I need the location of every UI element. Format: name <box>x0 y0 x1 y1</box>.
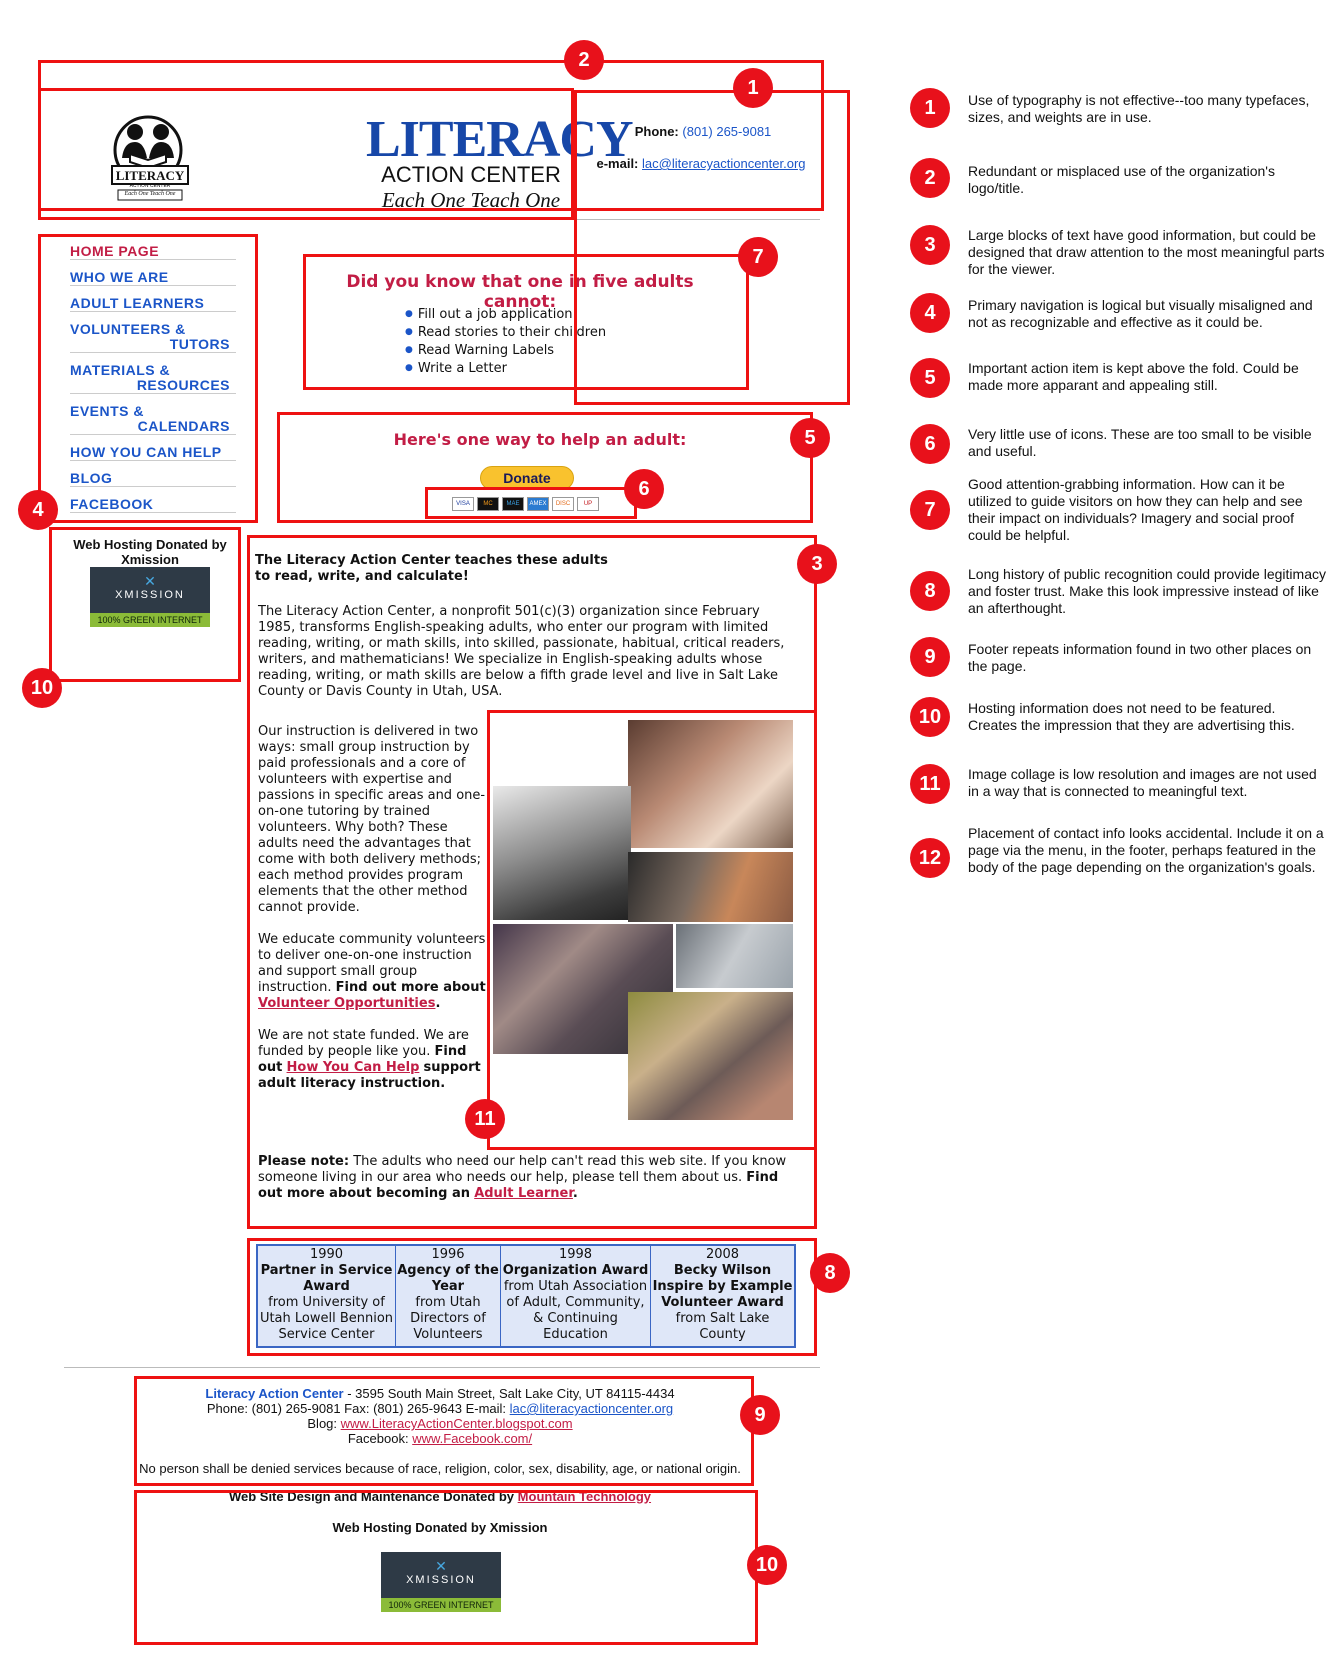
annotation-note: Redundant or misplaced use of the organi… <box>968 163 1275 196</box>
annotation-box-collage <box>487 710 817 1150</box>
annotation-note: Long history of public recognition could… <box>968 566 1326 616</box>
badge-8: 8 <box>810 1253 850 1293</box>
legend-badge: 11 <box>910 764 950 804</box>
badge-11: 11 <box>465 1099 505 1139</box>
badge-3: 3 <box>797 544 837 584</box>
legend-badge: 5 <box>910 358 950 398</box>
annotation-note: Very little use of icons. These are too … <box>968 426 1312 459</box>
legend-badge: 1 <box>910 88 950 128</box>
annotation-note: Use of typography is not effective--too … <box>968 92 1310 125</box>
legend-badge: 12 <box>910 838 950 878</box>
annotation-box-awards <box>247 1238 817 1356</box>
annotation-box-navigation <box>38 234 258 523</box>
footer-divider <box>64 1367 820 1368</box>
legend-badge: 8 <box>910 571 950 611</box>
badge-2: 2 <box>564 40 604 80</box>
badge-9: 9 <box>740 1395 780 1435</box>
annotation-box-sidebar-hosting <box>49 527 241 682</box>
badge-5: 5 <box>790 418 830 458</box>
badge-10: 10 <box>22 668 62 708</box>
badge-10-footer: 10 <box>747 1545 787 1585</box>
annotation-box-did-you-know <box>303 254 749 390</box>
badge-6: 6 <box>624 469 664 509</box>
legend-badge: 6 <box>910 424 950 464</box>
annotation-note: Footer repeats information found in two … <box>968 641 1312 674</box>
annotation-box-icons <box>425 487 637 519</box>
annotation-note: Placement of contact info looks accident… <box>968 825 1324 875</box>
annotation-note: Important action item is kept above the … <box>968 360 1299 393</box>
annotation-box-footer <box>134 1376 754 1486</box>
annotation-note: Hosting information does not need to be … <box>968 700 1295 733</box>
legend-badge: 4 <box>910 293 950 333</box>
annotation-note: Image collage is low resolution and imag… <box>968 766 1317 799</box>
legend-badge: 3 <box>910 225 950 265</box>
badge-4: 4 <box>18 490 58 530</box>
annotation-note: Good attention-grabbing information. How… <box>968 476 1303 543</box>
legend-badge: 10 <box>910 697 950 737</box>
annotation-box-header <box>38 88 574 220</box>
annotation-note: Large blocks of text have good informati… <box>968 227 1325 277</box>
badge-1: 1 <box>733 68 773 108</box>
annotation-box-footer-hosting <box>134 1490 758 1645</box>
badge-7: 7 <box>738 237 778 277</box>
legend-badge: 7 <box>910 490 950 530</box>
annotation-note: Primary navigation is logical but visual… <box>968 297 1313 330</box>
legend-badge: 9 <box>910 637 950 677</box>
legend-badge: 2 <box>910 158 950 198</box>
